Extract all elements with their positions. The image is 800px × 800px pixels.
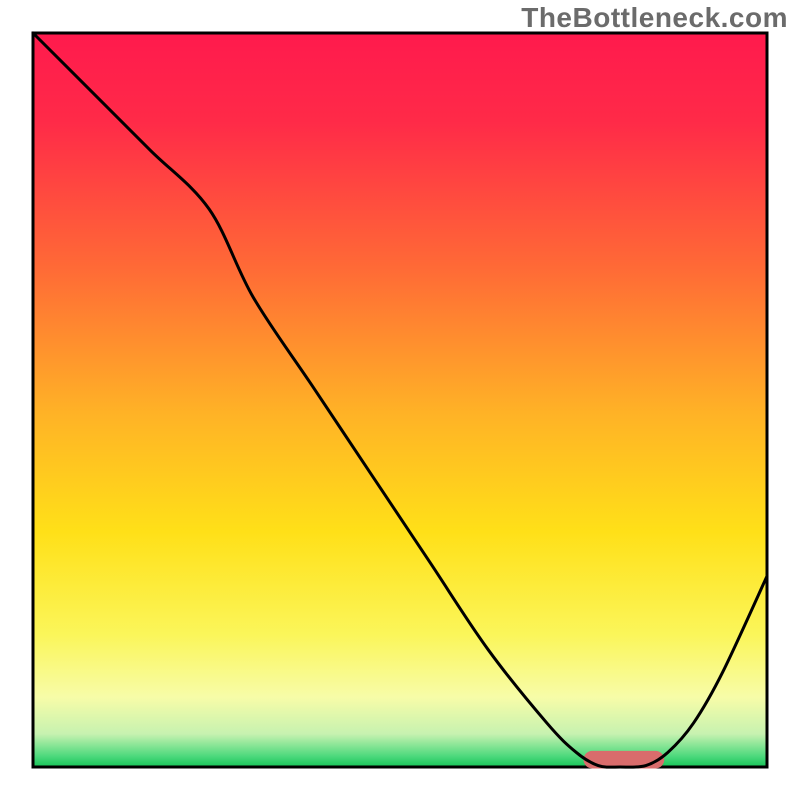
chart-container: TheBottleneck.com (0, 0, 800, 800)
bottleneck-chart (0, 0, 800, 800)
watermark-text: TheBottleneck.com (521, 2, 788, 34)
